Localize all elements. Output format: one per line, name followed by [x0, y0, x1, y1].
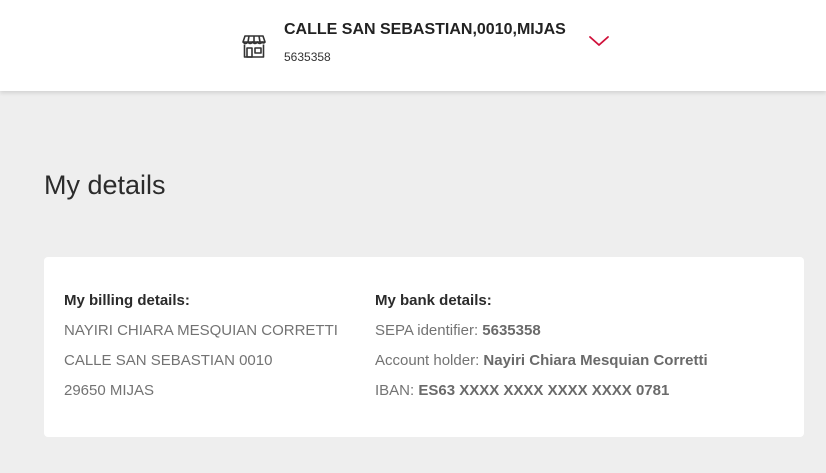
sepa-identifier: SEPA identifier: 5635358	[375, 321, 708, 351]
bank-heading: My bank details:	[375, 292, 492, 309]
store-code: 5635358	[284, 50, 331, 64]
billing-name: NAYIRI CHIARA MESQUIAN CORRETTI	[64, 322, 338, 339]
holder-value: Nayiri Chiara Mesquian Corretti	[483, 352, 708, 369]
iban: IBAN: ES63 XXXX XXXX XXXX XXXX 0781	[375, 381, 708, 411]
bank-details: My bank details: SEPA identifier: 563535…	[375, 291, 708, 411]
chevron-down-icon[interactable]	[588, 34, 610, 48]
account-holder: Account holder: Nayiri Chiara Mesquian C…	[375, 351, 708, 381]
details-card: My billing details: NAYIRI CHIARA MESQUI…	[44, 257, 804, 437]
billing-details: My billing details: NAYIRI CHIARA MESQUI…	[64, 291, 338, 411]
billing-city: 29650 MIJAS	[64, 382, 155, 399]
billing-street: CALLE SAN SEBASTIAN 0010	[64, 352, 273, 369]
store-icon	[242, 35, 266, 58]
holder-label: Account holder:	[375, 352, 484, 369]
page-title: My details	[44, 170, 166, 200]
iban-label: IBAN:	[375, 382, 419, 399]
store-header: CALLE SAN SEBASTIAN,0010,MIJAS 5635358	[0, 0, 826, 91]
billing-heading: My billing details:	[64, 292, 190, 309]
sepa-value: 5635358	[482, 322, 541, 339]
sepa-label: SEPA identifier:	[375, 322, 483, 339]
iban-value: ES63 XXXX XXXX XXXX XXXX 0781	[418, 382, 670, 399]
store-name: CALLE SAN SEBASTIAN,0010,MIJAS	[284, 21, 566, 38]
